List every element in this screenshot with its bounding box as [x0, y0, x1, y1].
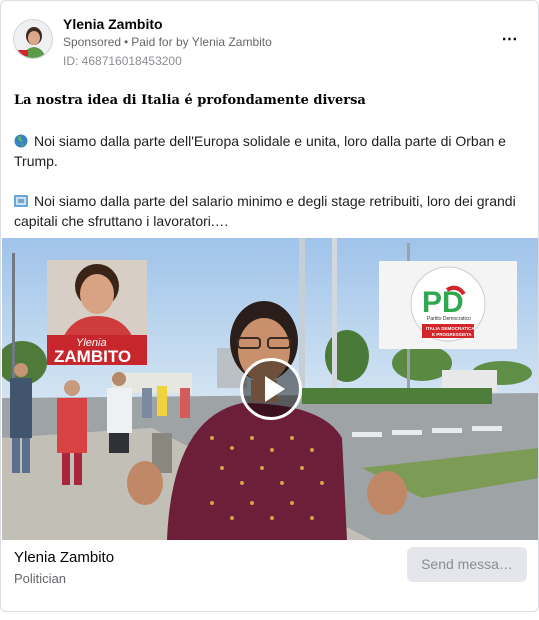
ad-paragraph-1: Noi siamo dalla parte dell'Europa solida… [14, 131, 524, 171]
globe-europe-icon [14, 134, 28, 148]
footer-page-name[interactable]: Ylenia Zambito [14, 549, 114, 566]
ad-id: ID: 468716018453200 [63, 54, 182, 68]
overlay-last-name: ZAMBITO [54, 347, 131, 366]
page-name[interactable]: Ylenia Zambito [63, 16, 163, 32]
paid-for-name: Ylenia Zambito [191, 35, 272, 49]
ad-footer: Ylenia Zambito Politician Send messa… [1, 540, 538, 611]
avatar[interactable] [13, 19, 53, 59]
pd-logo-caption: Partito Democratico [427, 316, 471, 322]
ad-headline: La nostra idea di Italia é profondamente… [14, 93, 366, 108]
ad-paragraph-1-text: Noi siamo dalla parte dell'Europa solida… [14, 133, 506, 169]
sponsorship-line: Sponsored • Paid for by Ylenia Zambito [63, 35, 272, 49]
sponsored-label: Sponsored [63, 35, 122, 49]
paid-for-prefix: Paid for by [131, 35, 189, 49]
more-options-icon[interactable]: ⋯ [496, 29, 524, 49]
send-message-button[interactable]: Send messa… [407, 547, 527, 582]
meta-separator: • [124, 35, 129, 49]
footer-category: Politician [14, 571, 67, 586]
ad-paragraph-2: Noi siamo dalla parte del salario minimo… [14, 191, 524, 231]
ad-card: Ylenia Zambito Sponsored • Paid for by Yle… [0, 0, 539, 612]
play-triangle [265, 376, 285, 402]
pd-logo-band-line1: ITALIA DEMOCRATICA [426, 326, 475, 331]
avatar-image [14, 20, 52, 58]
ad-header: Ylenia Zambito Sponsored • Paid for by Yle… [13, 13, 526, 73]
pd-logo-card: PD Partito Democratico ITALIA DEMOCRATIC… [379, 261, 517, 349]
pd-logo-band-line2: E PROGRESSISTA [432, 332, 472, 337]
play-icon[interactable] [240, 358, 302, 420]
candidate-overlay-card: Ylenia ZAMBITO [47, 260, 147, 366]
ad-paragraph-2-text: Noi siamo dalla parte del salario minimo… [14, 193, 516, 229]
ad-video[interactable]: Ylenia ZAMBITO PD Partito Democratico IT… [2, 238, 538, 540]
pd-logo-letters: PD [422, 286, 464, 319]
currency-exchange-icon [14, 195, 28, 207]
